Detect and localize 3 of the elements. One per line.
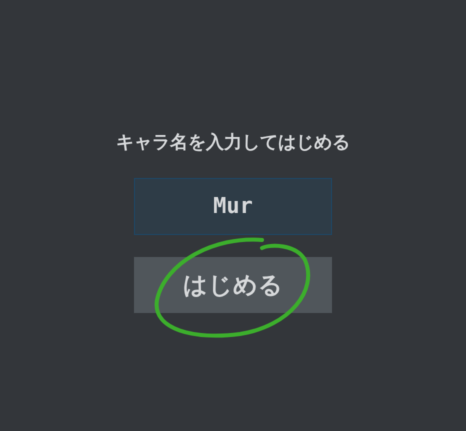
prompt-text: キャラ名を入力してはじめる: [116, 131, 350, 155]
name-field[interactable]: Mur: [134, 178, 332, 235]
start-button[interactable]: はじめる: [134, 257, 332, 313]
